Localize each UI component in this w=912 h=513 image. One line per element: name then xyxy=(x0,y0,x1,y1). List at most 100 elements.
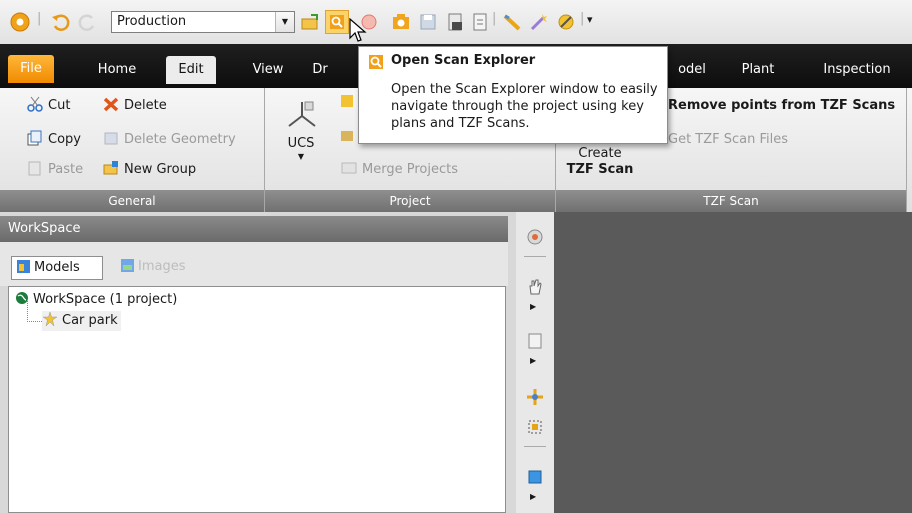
paste-label: Paste xyxy=(48,162,84,177)
open-project-icon[interactable] xyxy=(300,12,320,32)
scan-explorer-button[interactable] xyxy=(325,10,349,34)
get-tzf-scan-files-label: Get TZF Scan Files xyxy=(668,132,789,147)
tab-inspection[interactable]: Inspection xyxy=(812,56,902,84)
general-group-label: General xyxy=(0,190,264,212)
redo-icon[interactable] xyxy=(78,12,98,32)
delete-icon xyxy=(103,97,119,112)
3d-viewport[interactable] xyxy=(554,212,912,513)
merge-projects-icon xyxy=(341,162,357,174)
merge-projects-button[interactable]: Merge Projects xyxy=(341,159,458,181)
tab-images[interactable]: Images xyxy=(116,256,196,280)
toolbar-separator xyxy=(524,256,546,257)
undo-icon[interactable] xyxy=(50,12,70,32)
copy-icon xyxy=(27,130,42,146)
customize-icon[interactable]: ▾ xyxy=(587,13,593,26)
camera-icon[interactable] xyxy=(391,12,411,32)
tab-edit[interactable]: Edit xyxy=(166,56,216,84)
expand-arrow-icon[interactable]: ▶ xyxy=(530,302,536,311)
ucs-icon xyxy=(288,101,316,127)
scan-explorer-icon xyxy=(369,55,383,69)
models-icon xyxy=(17,260,30,273)
measure-icon[interactable] xyxy=(502,12,522,32)
images-icon xyxy=(121,259,134,272)
tab-model[interactable]: odel xyxy=(672,56,712,84)
tzf-scan-group-label: TZF Scan xyxy=(556,190,906,212)
chevron-down-icon[interactable]: ▼ xyxy=(275,12,294,32)
tab-home[interactable]: Home xyxy=(92,56,142,84)
create-tzf-line1: Create xyxy=(578,146,622,161)
cut-icon xyxy=(27,96,43,112)
cut-label: Cut xyxy=(48,98,71,113)
scan-explorer-tooltip: Open Scan Explorer Open the Scan Explore… xyxy=(358,46,668,144)
tree-connector xyxy=(27,301,42,322)
fit-view-icon[interactable] xyxy=(526,418,544,436)
tab-draw[interactable]: Dr xyxy=(305,56,335,84)
page-icon[interactable] xyxy=(526,332,544,350)
tab-models[interactable]: Models xyxy=(11,256,103,280)
project-star-icon xyxy=(42,311,58,327)
delete-geometry-label: Delete Geometry xyxy=(124,132,236,147)
ucs-button[interactable]: UCS ▼ xyxy=(279,98,323,178)
workspace-header: WorkSpace xyxy=(0,216,508,242)
delete-geometry-icon xyxy=(104,132,118,145)
delete-label: Delete xyxy=(124,98,167,113)
tab-plant[interactable]: Plant xyxy=(734,56,782,84)
cut-button[interactable]: Cut xyxy=(27,95,70,117)
tree-item-label: Car park xyxy=(62,313,118,328)
qat-separator: | xyxy=(492,11,497,26)
orbit-icon[interactable] xyxy=(526,228,544,246)
export-icon[interactable] xyxy=(445,12,465,32)
ucs-dropdown-icon: ▼ xyxy=(297,152,305,161)
tab-models-label: Models xyxy=(34,260,80,275)
remove-points-label: Remove points from TZF Scans xyxy=(668,98,896,113)
pan-hand-icon[interactable] xyxy=(526,278,544,296)
get-tzf-scan-files-button[interactable]: Get TZF Scan Files xyxy=(668,129,788,151)
settings-icon[interactable] xyxy=(556,12,576,32)
project-select-value: Production xyxy=(117,14,187,29)
new-group-button[interactable]: New Group xyxy=(103,159,196,181)
tooltip-title: Open Scan Explorer xyxy=(391,53,536,68)
tree-root-label: WorkSpace (1 project) xyxy=(33,292,178,307)
wand-icon[interactable] xyxy=(529,12,549,32)
quick-access-toolbar: | Production ▼ | | ▾ xyxy=(0,0,912,44)
workspace-tabs: Models Images xyxy=(0,242,508,286)
scan-explorer-icon xyxy=(330,15,344,29)
project-folder-icon[interactable] xyxy=(340,129,354,143)
ucs-label: UCS xyxy=(287,136,315,151)
document-icon[interactable] xyxy=(470,12,490,32)
tab-view[interactable]: View xyxy=(246,56,290,84)
move-icon[interactable] xyxy=(526,388,544,406)
expand-arrow-icon[interactable]: ▶ xyxy=(530,492,536,501)
qat-separator: | xyxy=(580,11,585,26)
cube-icon[interactable] xyxy=(526,468,544,486)
paste-icon xyxy=(28,161,41,176)
create-tzf-line2: TZF Scan xyxy=(566,162,634,177)
new-group-label: New Group xyxy=(124,162,197,177)
vertical-toolbar: ▶ ▶ ▶ xyxy=(516,212,554,513)
project-group-label: Project xyxy=(265,190,555,212)
merge-projects-label: Merge Projects xyxy=(362,162,458,177)
group-separator xyxy=(906,88,907,212)
mouse-cursor-icon xyxy=(349,18,367,42)
new-group-icon xyxy=(103,161,118,175)
toolbar-separator xyxy=(524,446,546,447)
qat-separator: | xyxy=(37,11,42,26)
delete-geometry-button[interactable]: Delete Geometry xyxy=(103,129,236,151)
project-select[interactable]: Production ▼ xyxy=(111,11,295,33)
delete-button[interactable]: Delete xyxy=(103,95,167,117)
create-tzf-scan-button[interactable]: Create TZF Scan xyxy=(562,146,638,178)
paste-button[interactable]: Paste xyxy=(27,159,83,181)
workspace-tree: WorkSpace (1 project) Car park xyxy=(8,286,506,513)
remove-points-button[interactable]: Remove points from TZF Scans xyxy=(668,95,895,117)
tooltip-body: Open the Scan Explorer window to easily … xyxy=(391,82,658,131)
save-icon[interactable] xyxy=(418,12,438,32)
project-icon[interactable] xyxy=(340,94,354,108)
general-group: Cut Delete Copy Delete Geometry Paste Ne… xyxy=(0,88,264,212)
app-icon[interactable] xyxy=(10,12,30,32)
expand-arrow-icon[interactable]: ▶ xyxy=(530,356,536,365)
copy-button[interactable]: Copy xyxy=(27,129,81,151)
tab-file[interactable]: File xyxy=(8,55,54,83)
copy-label: Copy xyxy=(48,132,81,147)
tree-item-car-park[interactable]: Car park xyxy=(42,311,121,331)
tab-images-label: Images xyxy=(138,259,186,274)
